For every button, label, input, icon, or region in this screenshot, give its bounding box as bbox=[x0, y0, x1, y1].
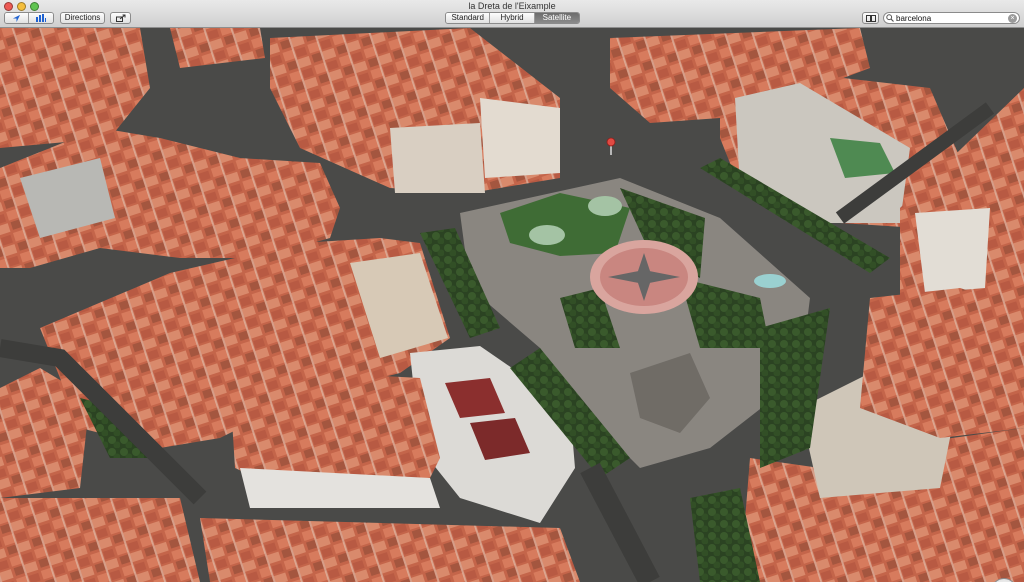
window-title: la Dreta de l'Eixample bbox=[468, 1, 556, 11]
search-icon bbox=[884, 14, 896, 22]
current-location-button[interactable] bbox=[5, 13, 29, 23]
satellite-map-view[interactable]: − + bbox=[0, 28, 1024, 582]
bookmarks-button[interactable] bbox=[862, 12, 879, 24]
compass-button[interactable] bbox=[991, 578, 1017, 582]
minimize-window-button[interactable] bbox=[17, 2, 26, 11]
location-segmented-control bbox=[4, 12, 54, 24]
building-facade bbox=[390, 123, 485, 193]
view-mode-hybrid[interactable]: Hybrid bbox=[490, 13, 535, 23]
close-window-button[interactable] bbox=[4, 2, 13, 11]
search-field[interactable]: × bbox=[883, 12, 1020, 24]
building-facade bbox=[480, 98, 560, 178]
3d-view-button[interactable] bbox=[29, 13, 53, 23]
small-fountain bbox=[754, 274, 786, 288]
directions-button[interactable]: Directions bbox=[60, 12, 105, 24]
map-canvas[interactable] bbox=[0, 28, 1024, 582]
clear-icon[interactable]: × bbox=[1008, 13, 1017, 23]
share-icon bbox=[115, 14, 125, 22]
location-arrow-icon bbox=[12, 14, 21, 22]
map-type-segmented-control: Standard Hybrid Satellite bbox=[445, 12, 580, 24]
search-input[interactable] bbox=[896, 13, 1006, 23]
window-titlebar: la Dreta de l'Eixample Directions Standa… bbox=[0, 0, 1024, 28]
building-facade bbox=[915, 208, 990, 293]
window-controls bbox=[4, 2, 39, 11]
view-mode-satellite[interactable]: Satellite bbox=[534, 13, 579, 23]
share-button[interactable] bbox=[110, 12, 131, 24]
view-mode-standard[interactable]: Standard bbox=[446, 13, 491, 23]
fountain bbox=[529, 225, 565, 245]
bookmarks-book-icon bbox=[865, 14, 876, 22]
building-block bbox=[0, 498, 200, 582]
3d-buildings-icon bbox=[36, 14, 46, 22]
fountain bbox=[588, 196, 622, 216]
building-block bbox=[200, 518, 580, 582]
zoom-window-button[interactable] bbox=[30, 2, 39, 11]
building-block bbox=[860, 288, 1024, 438]
